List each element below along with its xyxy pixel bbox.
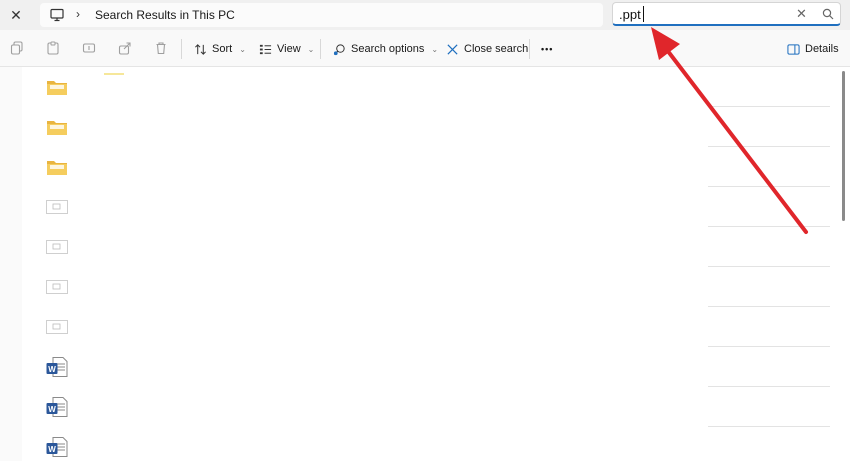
word-document-icon: W: [46, 397, 68, 417]
list-item[interactable]: W: [22, 387, 832, 427]
list-item[interactable]: [22, 107, 832, 147]
view-button[interactable]: View ⌄: [259, 38, 314, 60]
breadcrumb-location[interactable]: Search Results in This PC: [95, 8, 235, 22]
computer-icon: [50, 8, 64, 22]
close-icon: [447, 43, 458, 55]
toolbar-divider: [181, 39, 182, 59]
sort-button[interactable]: Sort ⌄: [194, 38, 246, 60]
svg-text:W: W: [48, 365, 56, 374]
folder-icon: [46, 117, 68, 137]
search-icon[interactable]: [822, 8, 834, 20]
file-explorer-window: ✕ › Search Results in This PC .ppt ✕ Sor…: [0, 0, 850, 461]
search-options-icon: [333, 43, 345, 55]
word-document-icon: W: [46, 357, 68, 377]
delete-icon[interactable]: [154, 41, 168, 55]
chevron-down-icon: ⌄: [307, 44, 315, 54]
svg-text:W: W: [48, 405, 56, 414]
vertical-scrollbar[interactable]: [838, 67, 850, 461]
folder-icon: [46, 77, 68, 97]
list-item[interactable]: W: [22, 347, 832, 387]
command-bar: Sort ⌄ View ⌄ Search options ⌄ Close sea…: [0, 30, 850, 67]
sort-label: Sort: [212, 43, 233, 55]
list-item[interactable]: [22, 187, 832, 227]
sort-icon: [195, 43, 206, 55]
rename-icon[interactable]: [82, 41, 96, 55]
details-label: Details: [805, 43, 839, 55]
toolbar-divider: [320, 39, 321, 59]
list-item[interactable]: [22, 227, 832, 267]
view-list-icon: [259, 44, 272, 54]
word-document-icon: W: [46, 437, 68, 457]
close-icon[interactable]: ✕: [6, 5, 26, 25]
search-options-button[interactable]: Search options ⌄: [333, 38, 438, 60]
view-label: View: [277, 43, 301, 55]
chevron-right-icon[interactable]: ›: [76, 7, 80, 21]
clear-search-icon[interactable]: ✕: [796, 6, 807, 22]
copy-icon[interactable]: [10, 41, 24, 55]
chevron-down-icon: ⌄: [239, 44, 246, 54]
image-thumbnail-icon: [46, 277, 68, 297]
image-thumbnail-icon: [46, 317, 68, 337]
text-caret: [643, 6, 644, 22]
close-search-label: Close search: [464, 43, 529, 55]
navigation-pane-edge: [0, 67, 22, 461]
list-item[interactable]: [22, 307, 832, 347]
svg-text:W: W: [48, 445, 56, 454]
list-item[interactable]: W: [22, 427, 832, 461]
address-row: ✕ › Search Results in This PC .ppt ✕: [0, 0, 850, 30]
list-item[interactable]: [22, 147, 832, 187]
breadcrumb[interactable]: › Search Results in This PC: [40, 3, 603, 27]
list-item[interactable]: [22, 267, 832, 307]
search-input[interactable]: .ppt ✕: [612, 2, 841, 26]
more-options-icon[interactable]: •••: [541, 38, 553, 60]
image-thumbnail-icon: [46, 197, 68, 217]
toolbar-divider: [529, 39, 530, 59]
details-button[interactable]: Details: [787, 38, 839, 60]
details-pane-icon: [787, 43, 800, 55]
scrollbar-thumb[interactable]: [842, 71, 845, 221]
close-search-button[interactable]: Close search: [446, 38, 528, 60]
share-icon[interactable]: [118, 41, 132, 55]
paste-icon[interactable]: [46, 41, 60, 55]
search-value: .ppt: [619, 7, 641, 22]
chevron-down-icon: ⌄: [431, 44, 439, 54]
image-thumbnail-icon: [46, 237, 68, 257]
search-options-label: Search options: [351, 43, 425, 55]
folder-icon: [46, 157, 68, 177]
list-item[interactable]: [22, 67, 832, 107]
